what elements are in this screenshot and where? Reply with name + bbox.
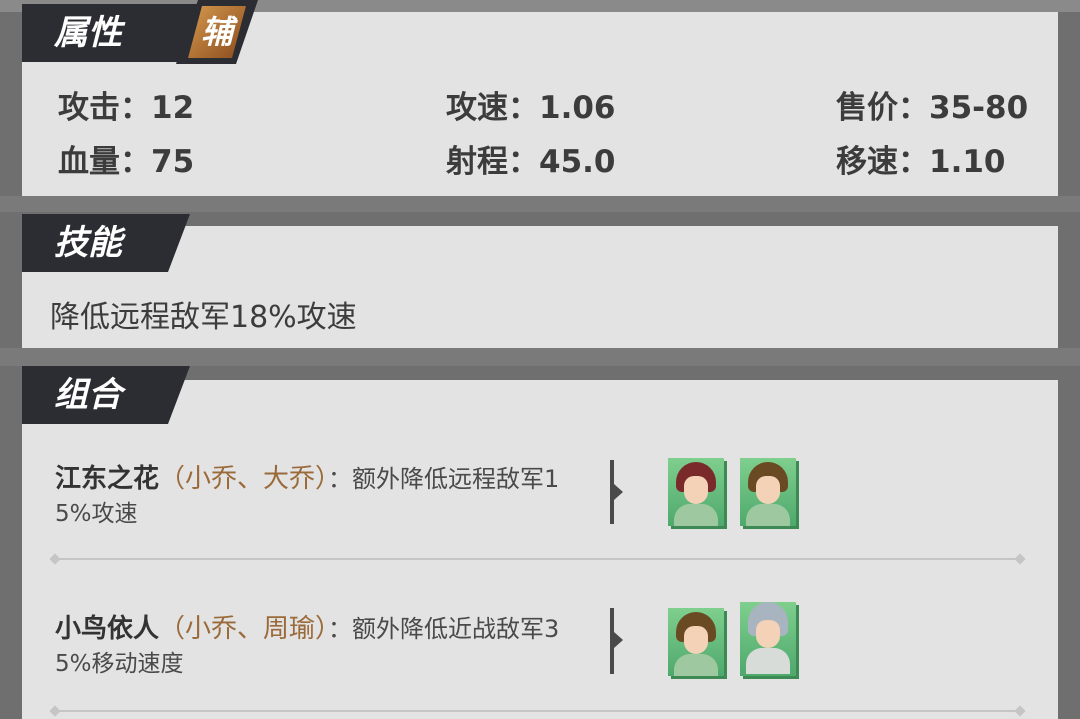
combos-tab-header: 组合 [22, 366, 190, 424]
skill-description: 降低远程敌军18%攻速 [50, 300, 357, 335]
combo-arrow-icon [614, 484, 623, 500]
bg-gap-2 [0, 348, 1080, 366]
bg-gap-1 [0, 196, 1080, 212]
skill-title: 技能 [54, 223, 122, 263]
portrait-xiaoqiao[interactable] [668, 608, 724, 676]
stat-price: 售价：35-80 [836, 90, 1029, 126]
attributes-title: 属性 [54, 13, 122, 53]
combo-description: ：额外降低近战敌军3 [328, 615, 560, 643]
skill-tab-header: 技能 [22, 214, 190, 272]
combo-item-1[interactable]: 江东之花（小乔、大乔）：额外降低远程敌军1 [55, 458, 559, 495]
combo-divider [55, 710, 1020, 712]
portrait-xiaoqiao[interactable] [668, 458, 724, 526]
combo-members: （小乔、周瑜） [159, 614, 329, 644]
combo-divider [55, 558, 1020, 560]
stat-attack: 攻击：12 [58, 90, 195, 126]
combo-name: 小鸟依人 [55, 614, 160, 644]
portrait-zhouyu[interactable] [740, 602, 796, 676]
combo-arrow-icon [614, 632, 623, 648]
stat-range: 射程：45.0 [446, 144, 616, 180]
combo-members: （小乔、大乔） [159, 464, 329, 494]
portrait-daqiao[interactable] [740, 458, 796, 526]
combo-name: 江东之花 [55, 464, 160, 494]
stat-hp: 血量：75 [58, 144, 195, 180]
role-badge-label: 辅 [188, 6, 246, 58]
stat-attack-speed: 攻速：1.06 [446, 90, 616, 126]
combo-description: ：额外降低远程敌军1 [328, 465, 560, 493]
attributes-tab-header: 属性 [22, 4, 200, 62]
stat-move-speed: 移速：1.10 [836, 144, 1006, 180]
combo-description-cont: 5%攻速 [55, 501, 138, 527]
combo-description-cont: 5%移动速度 [55, 651, 184, 677]
combo-item-2[interactable]: 小鸟依人（小乔、周瑜）：额外降低近战敌军3 [55, 608, 559, 645]
combos-title: 组合 [54, 375, 122, 415]
